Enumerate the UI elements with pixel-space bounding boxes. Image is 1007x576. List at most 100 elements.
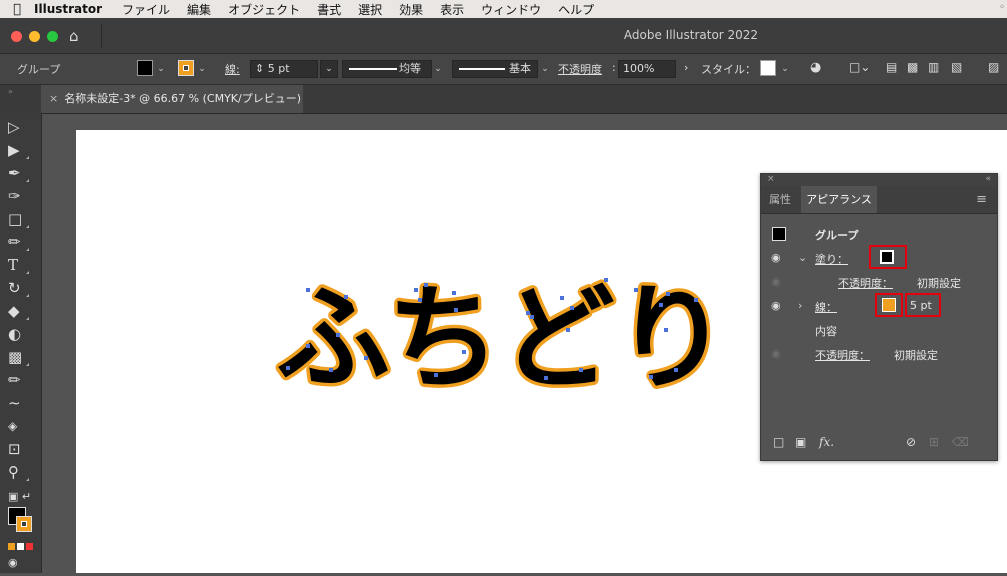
panel-collapse-icon[interactable]: « <box>985 174 991 184</box>
stroke-weight-field[interactable]: ⇕ 5 pt <box>250 60 318 78</box>
eye-icon[interactable]: ◉ <box>771 347 781 360</box>
fill-expand-icon[interactable]: ⌄ <box>798 251 807 264</box>
anchor-point[interactable] <box>604 278 608 282</box>
fill-dropdown-arrow[interactable]: ⌄ <box>155 60 167 78</box>
rectangle-tool-icon[interactable]: □ <box>8 209 32 229</box>
anchor-point[interactable] <box>694 298 698 302</box>
menu-edit[interactable]: 編集 <box>187 1 211 18</box>
menu-type[interactable]: 書式 <box>317 1 341 18</box>
stroke-color-box[interactable] <box>16 516 32 532</box>
align-center-icon[interactable]: ▩ <box>907 60 918 74</box>
anchor-point[interactable] <box>306 344 310 348</box>
anchor-point[interactable] <box>649 375 653 379</box>
swap-fill-stroke-icon[interactable]: ▣ ↵ <box>8 487 32 507</box>
eye-icon[interactable]: ◉ <box>771 299 781 312</box>
menu-effect[interactable]: 効果 <box>399 1 423 18</box>
clear-appearance-icon[interactable]: ⊘ <box>906 435 916 449</box>
selection-tool-icon[interactable]: ▷ <box>8 117 32 137</box>
anchor-point[interactable] <box>674 368 678 372</box>
fill-row[interactable]: ◉ ⌄ 塗り： <box>761 245 997 270</box>
fill-opacity-row[interactable]: ◉ 不透明度： 初期設定 <box>761 270 997 294</box>
anchor-point[interactable] <box>336 333 340 337</box>
group-opacity-label[interactable]: 不透明度： <box>815 347 870 363</box>
fx-icon[interactable]: fx. <box>819 435 834 449</box>
stroke-label[interactable]: 線： <box>815 299 837 315</box>
menu-app-name[interactable]: Illustrator <box>34 2 102 16</box>
close-tab-icon[interactable]: × <box>49 92 58 105</box>
eye-icon[interactable]: ◉ <box>771 275 781 288</box>
brush-dropdown-arrow[interactable]: ⌄ <box>539 60 551 78</box>
globe-icon[interactable]: ◕ <box>810 60 821 75</box>
eraser-tool-icon[interactable]: ◆ <box>8 301 32 321</box>
fill-label[interactable]: 塗り： <box>815 251 848 267</box>
variable-width-profile[interactable]: 均等 <box>342 60 432 78</box>
anchor-point[interactable] <box>452 291 456 295</box>
anchor-point[interactable] <box>666 292 670 296</box>
anchor-point[interactable] <box>530 315 534 319</box>
add-fill-icon[interactable]: ▣ <box>795 435 806 449</box>
anchor-point[interactable] <box>664 328 668 332</box>
pencil-tool-icon[interactable]: ✏ <box>8 232 32 252</box>
anchor-point[interactable] <box>286 366 290 370</box>
menu-help[interactable]: ヘルプ <box>558 1 594 18</box>
anchor-point[interactable] <box>329 368 333 372</box>
stroke-weight-value[interactable]: 5 pt <box>910 299 932 312</box>
brush-definition[interactable]: 基本 <box>452 60 538 78</box>
delete-item-icon[interactable]: ⌫ <box>952 435 969 449</box>
anchor-point[interactable] <box>414 288 418 292</box>
anchor-point[interactable] <box>526 311 530 315</box>
profile-dropdown-arrow[interactable]: ⌄ <box>432 60 444 78</box>
blend-tool-icon[interactable]: ∼ <box>8 393 32 413</box>
stroke-swatch[interactable] <box>178 60 194 76</box>
align-top-icon[interactable]: ▧ <box>951 60 962 74</box>
furigana-text[interactable]: ふちどり <box>273 269 733 409</box>
anchor-point[interactable] <box>579 368 583 372</box>
anchor-point[interactable] <box>462 350 466 354</box>
style-dropdown-arrow[interactable]: ⌄ <box>779 60 791 78</box>
anchor-point[interactable] <box>560 296 564 300</box>
stroke-color-swatch[interactable] <box>882 298 896 312</box>
anchor-point[interactable] <box>306 288 310 292</box>
fill-swatch[interactable] <box>137 60 153 76</box>
recolor-artwork-icon[interactable]: □⌄ <box>849 60 870 74</box>
anchor-point[interactable] <box>424 283 428 287</box>
anchor-point[interactable] <box>418 298 422 302</box>
zoom-tool-icon[interactable]: ⚲ <box>8 462 32 482</box>
eye-icon[interactable]: ◉ <box>771 251 781 264</box>
type-tool-icon[interactable]: T <box>8 255 32 275</box>
color-mode-buttons[interactable] <box>8 539 34 550</box>
anchor-point[interactable] <box>344 295 348 299</box>
anchor-point[interactable] <box>659 303 663 307</box>
menu-view[interactable]: 表示 <box>440 1 464 18</box>
group-opacity-row[interactable]: ◉ 不透明度： 初期設定 <box>761 342 997 366</box>
apple-icon[interactable]:  <box>0 2 34 17</box>
curvature-tool-icon[interactable]: ✑ <box>8 186 32 206</box>
panel-close-icon[interactable]: × <box>767 174 775 184</box>
menu-select[interactable]: 選択 <box>358 1 382 18</box>
tab-attributes[interactable]: 属性 <box>769 186 791 213</box>
menu-object[interactable]: オブジェクト <box>228 1 300 18</box>
align-middle-icon[interactable]: ▨ <box>988 60 999 74</box>
stroke-dropdown-arrow[interactable]: ⌄ <box>196 60 208 78</box>
duplicate-item-icon[interactable]: ⊞ <box>929 435 939 449</box>
menubar-status-icon[interactable]: ◦ <box>999 2 1005 13</box>
shape-builder-tool-icon[interactable]: ◐ <box>8 324 32 344</box>
eyedropper-tool-icon[interactable]: ✏ <box>8 370 32 390</box>
anchor-point[interactable] <box>434 373 438 377</box>
opacity-field[interactable]: 100% <box>618 60 676 78</box>
drawing-mode-icon[interactable]: ◉ <box>8 553 32 573</box>
anchor-point[interactable] <box>566 328 570 332</box>
opacity-expand-arrow[interactable]: › <box>684 61 688 74</box>
content-row[interactable]: 内容 <box>761 318 997 342</box>
gradient-tool-icon[interactable]: ▩ <box>8 347 32 367</box>
anchor-point[interactable] <box>364 356 368 360</box>
document-tab[interactable]: × 名称未設定-3* @ 66.67 % (CMYK/プレビュー) <box>41 85 303 113</box>
group-row[interactable]: グループ <box>761 222 997 246</box>
menu-window[interactable]: ウィンドウ <box>481 1 541 18</box>
anchor-point[interactable] <box>634 288 638 292</box>
panel-menu-icon[interactable]: ≡ <box>976 186 987 213</box>
artboard-tool-icon[interactable]: ⊡ <box>8 439 32 459</box>
fill-opacity-label[interactable]: 不透明度： <box>838 275 893 291</box>
stroke-weight-dropdown[interactable]: ⌄ <box>320 60 338 78</box>
symbol-sprayer-tool-icon[interactable]: ◈ <box>8 416 32 436</box>
